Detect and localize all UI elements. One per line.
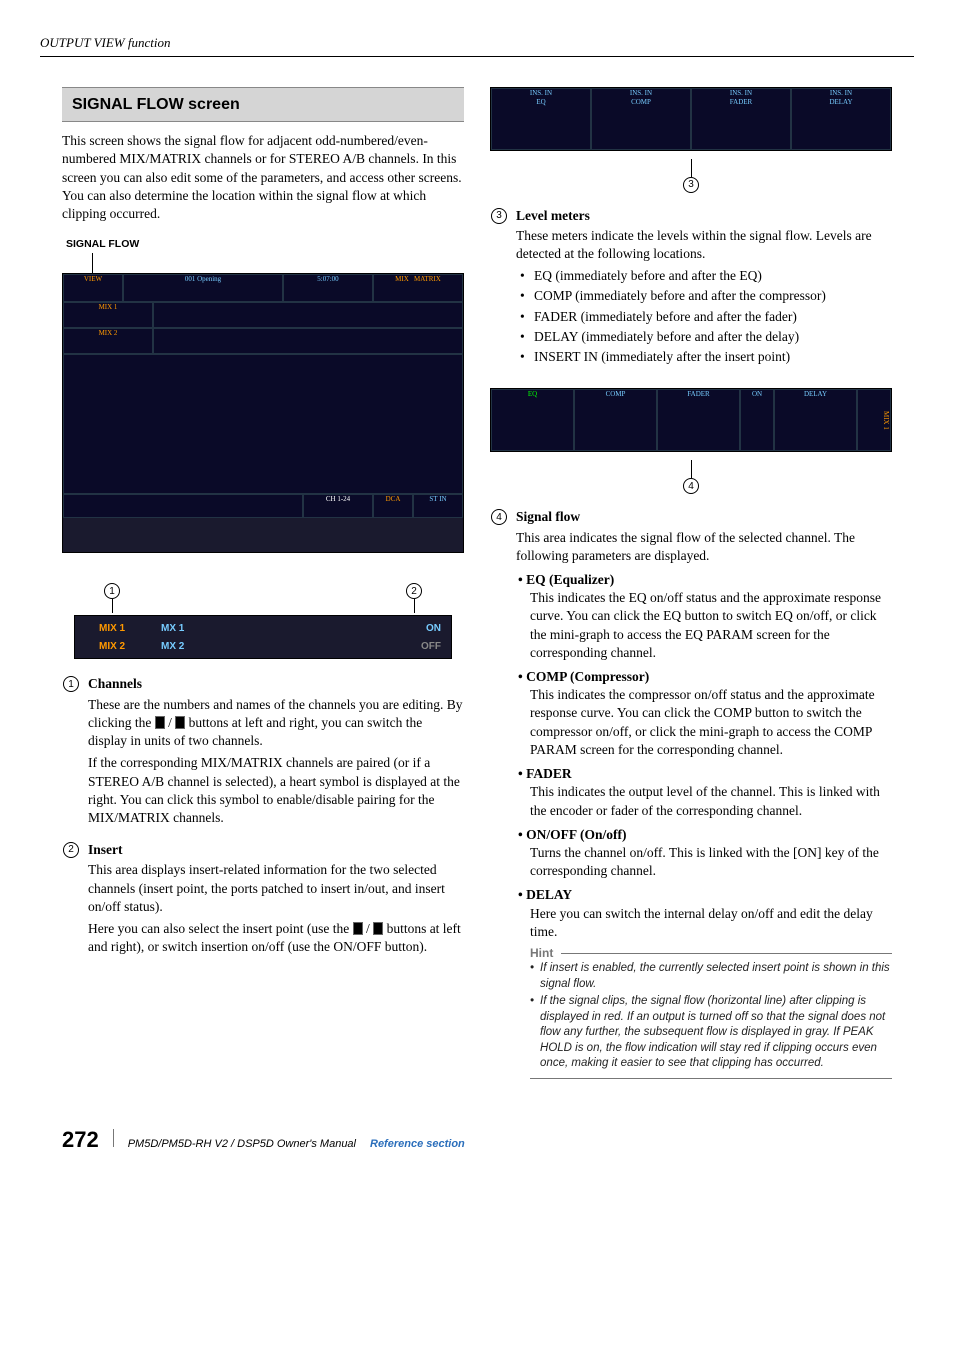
left-arrow-icon [155, 716, 165, 729]
intro-paragraph: This screen shows the signal flow for ad… [62, 132, 464, 223]
page-footer: 272 PM5D/PM5D-RH V2 / DSP5D Owner's Manu… [62, 1125, 892, 1155]
num-1: 1 [63, 676, 79, 692]
callout-3: 3 [683, 177, 699, 193]
signal-flow-screenshot: VIEW 001 Opening 5:07:00 MIX MATRIX MIX … [62, 273, 464, 553]
lm-bullet: COMP (immediately before and after the c… [534, 287, 892, 305]
section-label: Reference section [370, 1137, 465, 1152]
hint-item: If the signal clips, the signal flow (ho… [540, 994, 892, 1072]
insert-p1: This area displays insert-related inform… [88, 861, 464, 916]
hint-item: If insert is enabled, the currently sele… [540, 961, 892, 992]
level-meters-heading: Level meters [516, 207, 892, 225]
running-header: OUTPUT VIEW function [40, 34, 914, 57]
sub-eq-head: EQ (Equalizer) [526, 572, 614, 587]
signal-flow-caption: SIGNAL FLOW [66, 237, 464, 251]
sub-delay-body: Here you can switch the internal delay o… [530, 905, 892, 941]
lm-bullet: INSERT IN (immediately after the insert … [534, 348, 892, 366]
right-arrow-icon [175, 716, 185, 729]
num-3: 3 [491, 208, 507, 224]
hint-label: Hint [530, 945, 553, 961]
callout-4: 4 [683, 478, 699, 494]
right-arrow-icon [373, 922, 383, 935]
manual-title: PM5D/PM5D-RH V2 / DSP5D Owner's Manual [128, 1137, 356, 1152]
channels-p1: These are the numbers and names of the c… [88, 696, 464, 751]
sub-onoff-body: Turns the channel on/off. This is linked… [530, 844, 892, 880]
sub-comp-head: COMP (Compressor) [526, 669, 649, 684]
channel-strip-image: MIX 1 MX 1 MIX 2 MX 2 ON OFF [74, 615, 452, 659]
sub-delay-head: DELAY [526, 887, 572, 902]
insert-heading: Insert [88, 841, 464, 859]
lm-bullet: FADER (immediately before and after the … [534, 308, 892, 326]
signal-flow-intro: This area indicates the signal flow of t… [516, 529, 892, 565]
level-meters-intro: These meters indicate the levels within … [516, 227, 892, 263]
left-arrow-icon [353, 922, 363, 935]
sub-fader-body: This indicates the output level of the c… [530, 783, 892, 819]
signal-flow-row-image: EQ COMP FADER ON DELAY MIX 1 [490, 388, 892, 452]
insert-p2: Here you can also select the insert poin… [88, 920, 464, 956]
num-2: 2 [63, 842, 79, 858]
sub-comp-body: This indicates the compressor on/off sta… [530, 686, 892, 759]
lm-bullet: EQ (immediately before and after the EQ) [534, 267, 892, 285]
sub-eq-body: This indicates the EQ on/off status and … [530, 589, 892, 662]
callout-1: 1 [104, 583, 120, 599]
channels-heading: Channels [88, 675, 464, 693]
num-4: 4 [491, 509, 507, 525]
lm-bullet: DELAY (immediately before and after the … [534, 328, 892, 346]
page-number: 272 [62, 1125, 99, 1155]
channels-p2: If the corresponding MIX/MATRIX channels… [88, 754, 464, 827]
sub-fader-head: FADER [526, 766, 572, 781]
level-meters-image: INS. INEQ INS. INCOMP INS. INFADER INS. … [490, 87, 892, 151]
callout-2: 2 [406, 583, 422, 599]
screen-title: SIGNAL FLOW screen [62, 87, 464, 123]
sub-onoff-head: ON/OFF (On/off) [526, 827, 626, 842]
signal-flow-heading: Signal flow [516, 508, 892, 526]
